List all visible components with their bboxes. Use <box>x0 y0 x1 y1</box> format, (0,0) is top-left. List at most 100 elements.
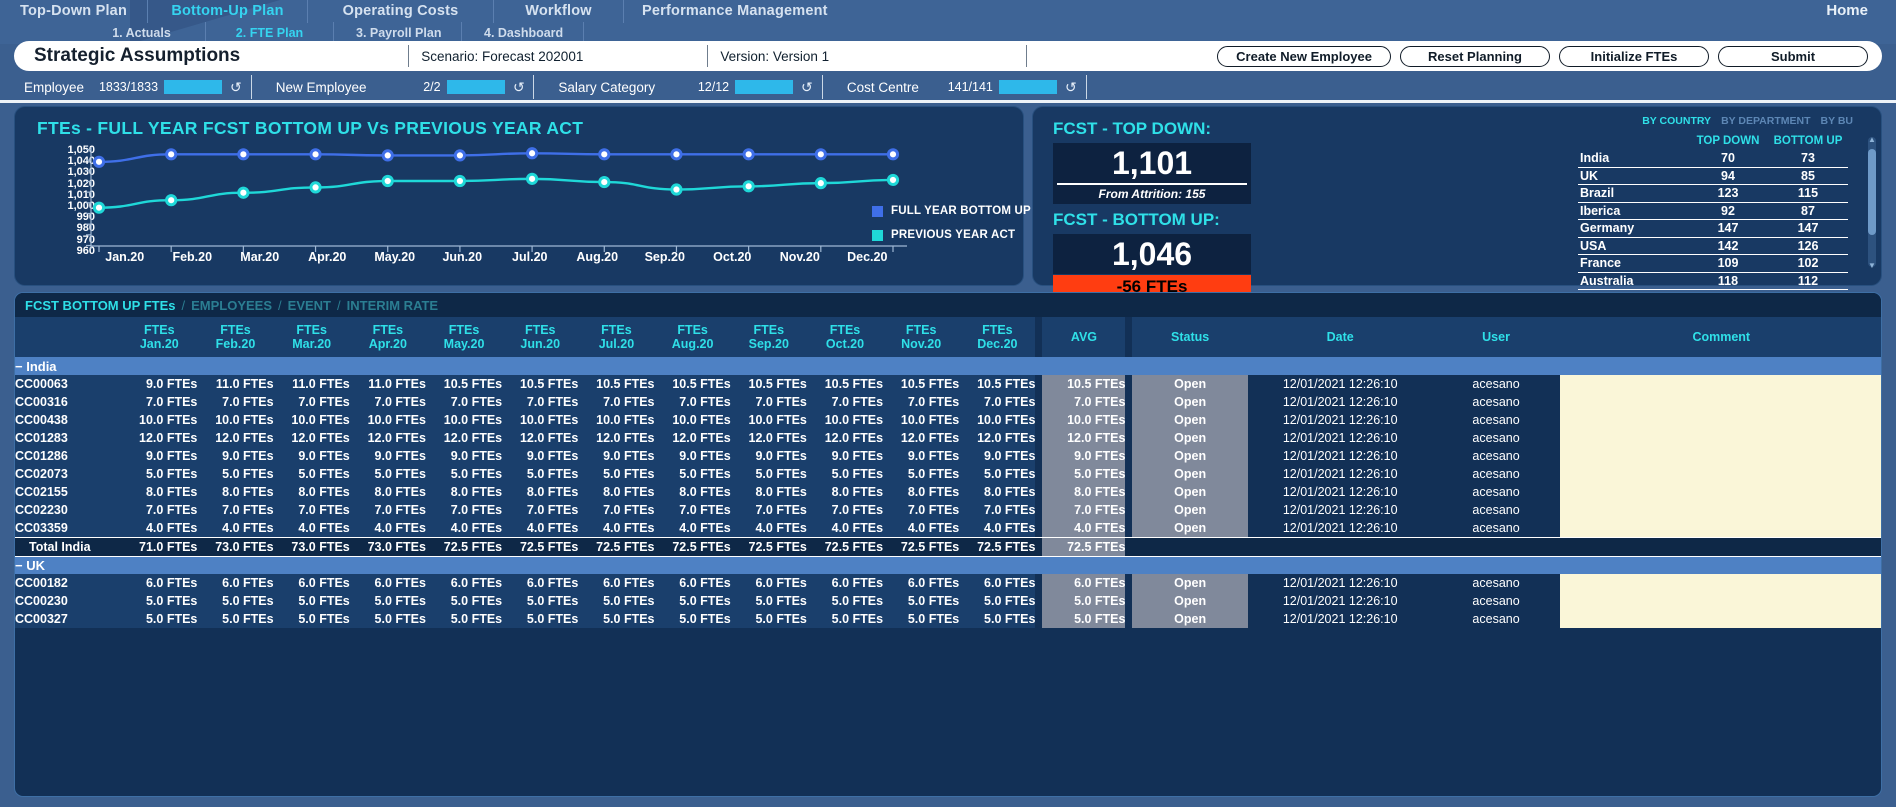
filter-progress-bar[interactable] <box>164 80 223 94</box>
header-month-2[interactable]: FTEs Feb.20 <box>197 317 274 357</box>
fte-value-month-2[interactable]: 5.0 FTEs <box>197 592 274 610</box>
fte-value-month-11[interactable]: 7.0 FTEs <box>883 393 960 411</box>
fte-value-month-6[interactable]: 10.5 FTEs <box>502 375 579 393</box>
fte-value-month-7[interactable]: 6.0 FTEs <box>578 574 655 592</box>
reset-icon[interactable]: ↻ <box>793 79 822 96</box>
fte-value-month-2[interactable]: 11.0 FTEs <box>197 375 274 393</box>
fte-value-month-5[interactable]: 5.0 FTEs <box>425 465 503 483</box>
fte-value-month-8[interactable]: 7.0 FTEs <box>654 501 731 519</box>
fte-value-month-3[interactable]: 11.0 FTEs <box>273 375 350 393</box>
fte-value-month-8[interactable]: 10.0 FTEs <box>654 411 731 429</box>
grid-tab-event[interactable]: EVENT <box>288 298 331 313</box>
reset-icon[interactable]: ↻ <box>222 79 251 96</box>
table-row[interactable]: CC02230 7.0 FTEs 7.0 FTEs 7.0 FTEs 7.0 FTEs 7… <box>15 501 1881 519</box>
fte-value-month-5[interactable]: 8.0 FTEs <box>425 483 503 501</box>
fte-value-month-6[interactable]: 5.0 FTEs <box>502 610 579 628</box>
fte-value-month-3[interactable]: 5.0 FTEs <box>273 592 350 610</box>
fte-value-month-3[interactable]: 7.0 FTEs <box>273 393 350 411</box>
scenario-field[interactable]: Scenario: Forecast 202001 <box>409 49 595 64</box>
fte-value-month-11[interactable]: 7.0 FTEs <box>883 501 960 519</box>
country-row[interactable]: Iberica 92 87 <box>1578 203 1848 220</box>
comment-cell[interactable] <box>1559 574 1881 592</box>
fte-value-month-7[interactable]: 5.0 FTEs <box>578 592 655 610</box>
country-table-scrollbar[interactable]: ▲ ▼ <box>1868 135 1876 270</box>
fte-value-month-9[interactable]: 5.0 FTEs <box>730 610 807 628</box>
fte-value-month-1[interactable]: 8.0 FTEs <box>121 483 198 501</box>
fte-value-month-10[interactable]: 5.0 FTEs <box>806 592 884 610</box>
fte-value-month-8[interactable]: 7.0 FTEs <box>654 393 731 411</box>
grid-tab-interim-rate[interactable]: INTERIM RATE <box>347 298 438 313</box>
fte-value-month-12[interactable]: 9.0 FTEs <box>959 447 1036 465</box>
fte-value-month-11[interactable]: 12.0 FTEs <box>883 429 960 447</box>
fte-value-month-7[interactable]: 8.0 FTEs <box>578 483 655 501</box>
header-month-7[interactable]: FTEs Jul.20 <box>578 317 655 357</box>
fte-value-month-7[interactable]: 12.0 FTEs <box>578 429 655 447</box>
kpi-tab-by-department[interactable]: BY DEPARTMENT <box>1721 115 1810 127</box>
fte-value-month-5[interactable]: 12.0 FTEs <box>425 429 503 447</box>
button-create-new-employee[interactable]: Create New Employee <box>1217 45 1391 67</box>
group-label[interactable]: − India <box>15 357 1881 375</box>
comment-cell[interactable] <box>1559 610 1881 628</box>
nav-tab-operating-costs[interactable]: Operating Costs <box>308 0 494 23</box>
table-row[interactable]: CC00327 5.0 FTEs 5.0 FTEs 5.0 FTEs 5.0 FTEs 5… <box>15 610 1881 628</box>
fte-value-month-2[interactable]: 7.0 FTEs <box>197 501 274 519</box>
fte-value-month-11[interactable]: 9.0 FTEs <box>883 447 960 465</box>
country-row[interactable]: Germany 147 147 <box>1578 220 1848 238</box>
fte-value-month-7[interactable]: 5.0 FTEs <box>578 610 655 628</box>
fte-value-month-2[interactable]: 9.0 FTEs <box>197 447 274 465</box>
fte-value-month-9[interactable]: 10.0 FTEs <box>730 411 807 429</box>
button-reset-planning[interactable]: Reset Planning <box>1400 45 1550 67</box>
fte-value-month-5[interactable]: 10.0 FTEs <box>425 411 503 429</box>
fte-value-month-3[interactable]: 5.0 FTEs <box>273 610 350 628</box>
fte-value-month-3[interactable]: 5.0 FTEs <box>273 465 350 483</box>
fte-value-month-9[interactable]: 6.0 FTEs <box>730 574 807 592</box>
fte-value-month-1[interactable]: 12.0 FTEs <box>121 429 198 447</box>
fte-value-month-5[interactable]: 5.0 FTEs <box>425 610 503 628</box>
fte-value-month-12[interactable]: 12.0 FTEs <box>959 429 1036 447</box>
kpi-tab-by-country[interactable]: BY COUNTRY <box>1642 115 1711 127</box>
fte-value-month-4[interactable]: 11.0 FTEs <box>349 375 426 393</box>
comment-cell[interactable] <box>1559 465 1881 483</box>
fte-value-month-11[interactable]: 10.5 FTEs <box>883 375 960 393</box>
fte-value-month-3[interactable]: 9.0 FTEs <box>273 447 350 465</box>
country-row[interactable]: UK 94 85 <box>1578 168 1848 185</box>
fte-value-month-7[interactable]: 7.0 FTEs <box>578 501 655 519</box>
fte-value-month-6[interactable]: 12.0 FTEs <box>502 429 579 447</box>
fte-value-month-9[interactable]: 12.0 FTEs <box>730 429 807 447</box>
group-label[interactable]: − UK <box>15 556 1881 574</box>
fte-value-month-6[interactable]: 5.0 FTEs <box>502 592 579 610</box>
fte-value-month-7[interactable]: 9.0 FTEs <box>578 447 655 465</box>
fte-value-month-4[interactable]: 7.0 FTEs <box>349 501 426 519</box>
nav-tab-top-down-plan[interactable]: Top-Down Plan <box>0 0 148 23</box>
table-row[interactable]: CC01286 9.0 FTEs 9.0 FTEs 9.0 FTEs 9.0 FTEs 9… <box>15 447 1881 465</box>
header-month-8[interactable]: FTEs Aug.20 <box>654 317 731 357</box>
fte-value-month-2[interactable]: 5.0 FTEs <box>197 465 274 483</box>
fte-value-month-3[interactable]: 12.0 FTEs <box>273 429 350 447</box>
table-row[interactable]: CC03359 4.0 FTEs 4.0 FTEs 4.0 FTEs 4.0 FTEs 4… <box>15 519 1881 537</box>
fte-value-month-4[interactable]: 5.0 FTEs <box>349 465 426 483</box>
fte-value-month-3[interactable]: 10.0 FTEs <box>273 411 350 429</box>
comment-cell[interactable] <box>1559 519 1881 537</box>
fte-value-month-3[interactable]: 7.0 FTEs <box>273 501 350 519</box>
fte-value-month-12[interactable]: 8.0 FTEs <box>959 483 1036 501</box>
fte-value-month-1[interactable]: 6.0 FTEs <box>121 574 198 592</box>
fte-value-month-8[interactable]: 4.0 FTEs <box>654 519 731 537</box>
fte-value-month-1[interactable]: 9.0 FTEs <box>121 447 198 465</box>
table-row[interactable]: CC01283 12.0 FTEs 12.0 FTEs 12.0 FTEs 12.0 F… <box>15 429 1881 447</box>
fte-value-month-1[interactable]: 5.0 FTEs <box>121 465 198 483</box>
fte-value-month-10[interactable]: 10.0 FTEs <box>806 411 884 429</box>
fte-value-month-10[interactable]: 5.0 FTEs <box>806 610 884 628</box>
fte-value-month-10[interactable]: 4.0 FTEs <box>806 519 884 537</box>
fte-value-month-12[interactable]: 7.0 FTEs <box>959 393 1036 411</box>
comment-cell[interactable] <box>1559 501 1881 519</box>
header-month-3[interactable]: FTEs Mar.20 <box>273 317 350 357</box>
fte-value-month-9[interactable]: 5.0 FTEs <box>730 465 807 483</box>
fte-value-month-1[interactable]: 4.0 FTEs <box>121 519 198 537</box>
fte-value-month-6[interactable]: 10.0 FTEs <box>502 411 579 429</box>
fte-value-month-6[interactable]: 4.0 FTEs <box>502 519 579 537</box>
fte-value-month-8[interactable]: 8.0 FTEs <box>654 483 731 501</box>
fte-value-month-8[interactable]: 12.0 FTEs <box>654 429 731 447</box>
fte-value-month-5[interactable]: 4.0 FTEs <box>425 519 503 537</box>
table-row[interactable]: CC00316 7.0 FTEs 7.0 FTEs 7.0 FTEs 7.0 FTEs 7… <box>15 393 1881 411</box>
fte-value-month-9[interactable]: 7.0 FTEs <box>730 393 807 411</box>
